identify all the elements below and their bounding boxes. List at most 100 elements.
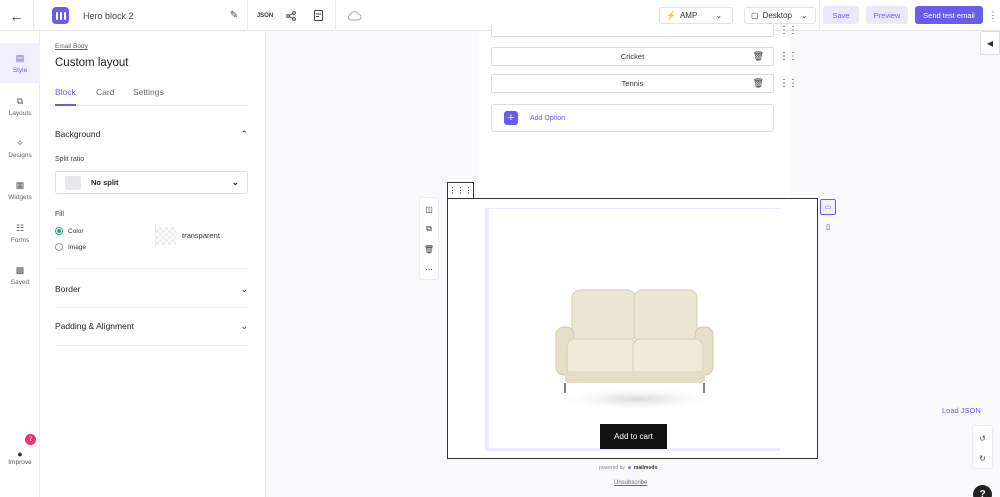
drag-handle-icon[interactable]: ⋮⋮ (779, 25, 798, 36)
sidebar-item-label: Style (12, 66, 28, 74)
powered-by-text: powered by (599, 465, 625, 471)
sofa-image (552, 289, 722, 411)
split-preview-icon (65, 175, 81, 190)
divider (55, 345, 248, 346)
radio-selected-icon (55, 227, 63, 235)
share-icon[interactable] (284, 0, 298, 31)
product-image[interactable] (489, 209, 780, 448)
editor-canvas: ⋮⋮ Cricket 🗑 ⋮⋮ Tennis 🗑 ⋮⋮ + Add Option… (266, 25, 1000, 497)
add-to-cart-button[interactable]: Add to cart (600, 424, 667, 449)
send-test-email-button[interactable]: Send test email (915, 6, 983, 24)
section-title: Border (55, 284, 81, 294)
background-section-header[interactable]: Background ⌃ (55, 127, 248, 141)
padding-section-header[interactable]: Padding & Alignment ⌄ (55, 319, 248, 333)
breadcrumb[interactable]: Email Body (55, 43, 88, 50)
left-rail: ▤ Style ⧉ Layouts ✧ Designs ▦ Widgets ☷ … (0, 31, 40, 497)
fill-color-value: transparent (182, 231, 220, 240)
document-settings-icon[interactable] (311, 0, 325, 31)
properties-panel: Email Body Custom layout Block Card Sett… (40, 31, 266, 497)
border-section-header[interactable]: Border ⌄ (55, 282, 248, 296)
layouts-icon: ⧉ (16, 95, 24, 106)
sidebar-item-layouts[interactable]: ⧉ Layouts (0, 86, 40, 126)
option-label: Cricket (620, 52, 645, 61)
transparent-swatch-icon (156, 226, 176, 245)
trash-icon[interactable]: 🗑 (420, 240, 438, 258)
chevron-down-icon: ⌄ (800, 11, 808, 20)
duplicate-icon[interactable]: ⧉ (420, 220, 438, 238)
block-drag-handle-icon[interactable]: ⋮⋮⋮ (447, 182, 474, 198)
split-ratio-select[interactable]: No split ⌄ (55, 171, 248, 194)
drag-handle-icon[interactable]: ⋮⋮ (779, 78, 798, 89)
option-row-partial (491, 25, 774, 37)
designs-icon: ✧ (16, 137, 24, 148)
forms-icon: ☷ (15, 222, 25, 233)
fill-color-picker[interactable]: transparent (155, 224, 248, 247)
amp-label: AMP (679, 11, 698, 20)
brand-name: mailmodo (633, 465, 658, 471)
preview-button[interactable]: Preview (866, 6, 908, 24)
sidebar-item-saved[interactable]: ▩ Saved (0, 255, 40, 295)
view-mode-select[interactable]: ▢ Desktop ⌄ (744, 7, 816, 24)
more-options-icon[interactable]: ⋮ (986, 0, 1000, 31)
fill-color-radio[interactable]: Color (55, 227, 84, 235)
load-json-link[interactable]: Load JSON (942, 406, 981, 415)
view-toggle: ▭ ▯ (820, 199, 836, 235)
split-ratio-value: No split (91, 178, 119, 187)
collapse-panel-icon[interactable]: ◀ (980, 31, 1000, 55)
trash-icon[interactable]: 🗑 (753, 51, 764, 62)
section-title: Background (55, 129, 101, 139)
panel-title: Custom layout (55, 57, 129, 69)
divider (247, 0, 248, 31)
sidebar-item-label: Forms (10, 236, 30, 244)
divider (55, 307, 248, 308)
app-logo-icon (52, 7, 69, 24)
notification-badge: 7 (25, 434, 36, 445)
sidebar-item-style[interactable]: ▤ Style (0, 43, 40, 83)
chevron-down-icon: ⌄ (715, 11, 723, 20)
mobile-icon[interactable]: ▯ (820, 219, 836, 235)
option-row[interactable]: Cricket 🗑 (491, 47, 774, 66)
improve-label: Improve (8, 459, 32, 466)
tab-block[interactable]: Block (55, 87, 76, 106)
undo-icon[interactable]: ↺ (973, 428, 992, 448)
option-row[interactable]: Tennis 🗑 (491, 74, 774, 93)
sidebar-item-label: Designs (8, 151, 32, 159)
tab-settings[interactable]: Settings (133, 87, 164, 106)
amp-toggle[interactable]: ⚡ AMP ⌄ (659, 7, 733, 24)
redo-icon[interactable]: ↻ (973, 448, 992, 468)
back-arrow-icon[interactable]: ← (0, 0, 34, 31)
json-button[interactable]: JSON (256, 0, 274, 31)
template-title[interactable]: Hero block 2 (83, 0, 134, 31)
more-options-icon[interactable]: ⋯ (420, 260, 438, 278)
chevron-down-icon: ⌄ (240, 320, 248, 331)
tab-card[interactable]: Card (96, 87, 114, 106)
chevron-down-icon: ⌄ (240, 283, 248, 294)
trash-icon[interactable]: 🗑 (753, 78, 764, 89)
lightbulb-icon: ● (17, 449, 23, 459)
edit-title-pencil-icon[interactable]: ✎ (226, 0, 242, 31)
add-block-icon[interactable]: ◫ (420, 200, 438, 218)
hero-block[interactable]: Add to cart (447, 198, 818, 459)
monitor-icon: ▢ (751, 11, 759, 20)
add-option-button[interactable]: + Add Option (491, 104, 774, 132)
sidebar-item-widgets[interactable]: ▦ Widgets (0, 170, 40, 210)
unsubscribe-link[interactable]: Unsubscribe (614, 480, 647, 486)
sidebar-item-label: Widgets (8, 193, 32, 201)
save-button[interactable]: Save (823, 6, 859, 24)
radio-label: Image (68, 243, 87, 251)
desktop-icon[interactable]: ▭ (820, 199, 836, 215)
help-icon[interactable]: ? (973, 485, 992, 497)
fill-image-radio[interactable]: Image (55, 243, 86, 251)
add-option-label: Add Option (530, 114, 566, 122)
chevron-down-icon: ⌄ (231, 177, 239, 187)
drag-handle-icon[interactable]: ⋮⋮ (779, 51, 798, 62)
radio-label: Color (68, 227, 84, 235)
fill-label: Fill (55, 211, 64, 218)
sidebar-item-forms[interactable]: ☷ Forms (0, 213, 40, 253)
history-toolbar: ↺ ↻ (972, 425, 993, 469)
sidebar-item-label: Layouts (8, 109, 32, 117)
divider (819, 0, 820, 31)
sidebar-item-designs[interactable]: ✧ Designs (0, 128, 40, 168)
option-label: Tennis (621, 79, 644, 88)
brand-logo-icon: ■ (627, 465, 631, 471)
